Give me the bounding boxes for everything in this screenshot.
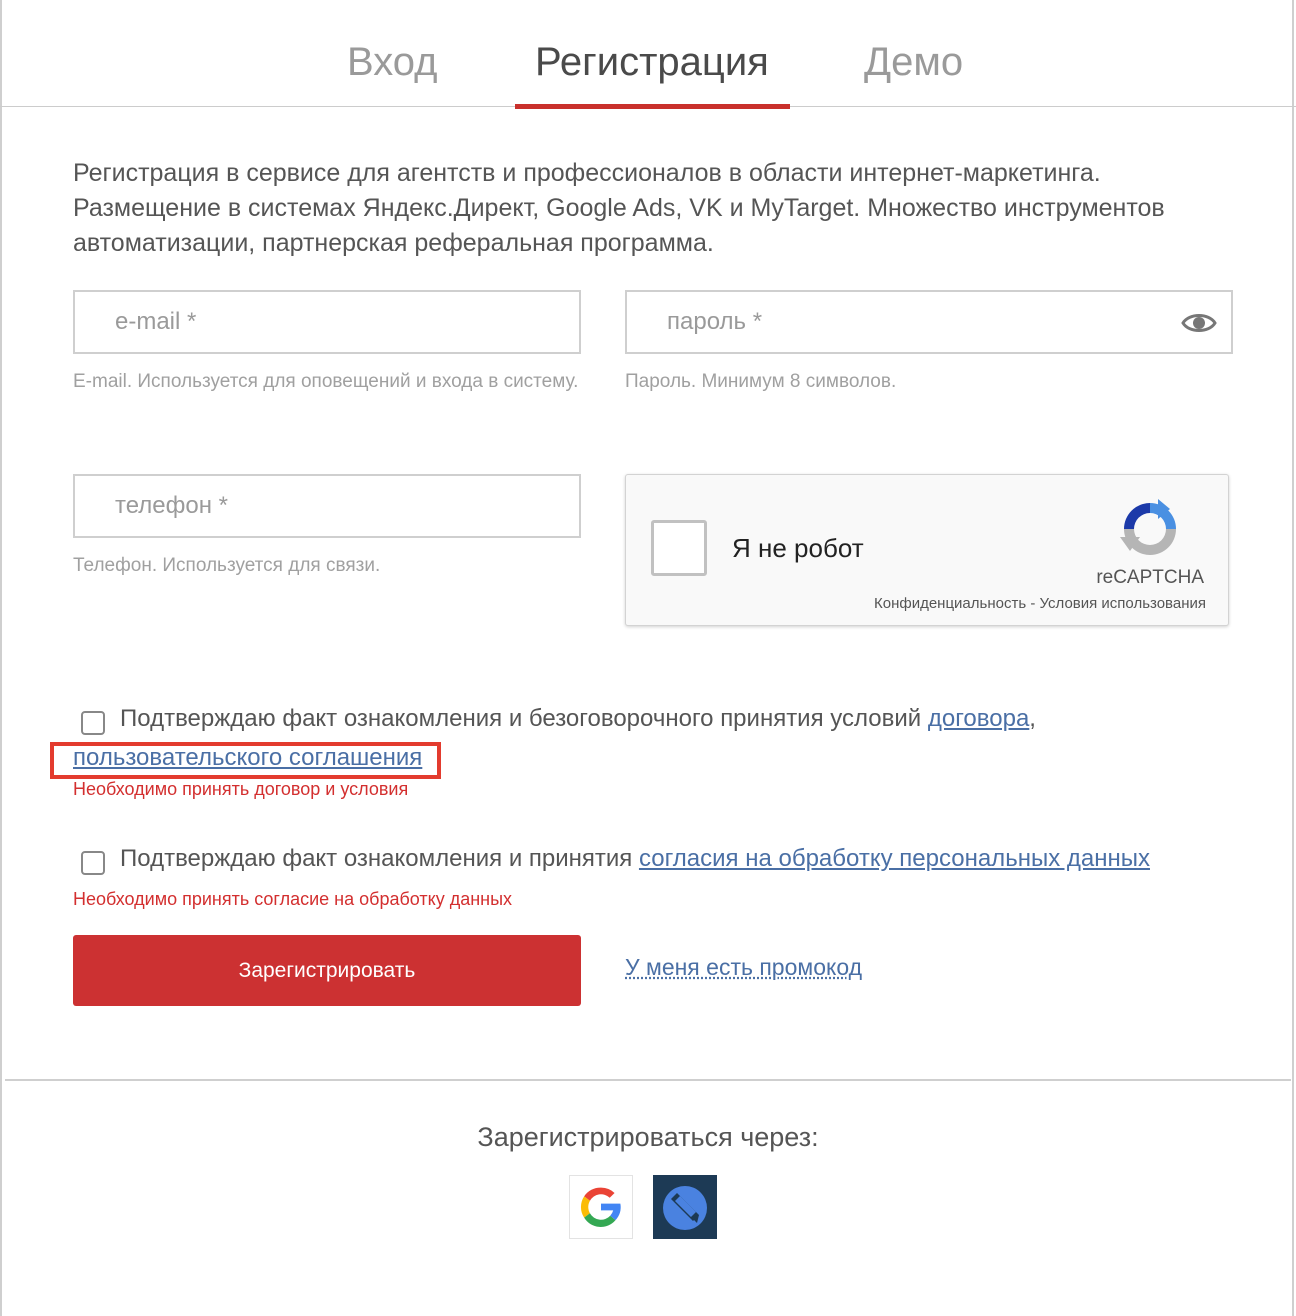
- phone-hint: Телефон. Используется для связи.: [73, 555, 381, 576]
- phone-field-wrapper: [73, 474, 581, 538]
- agreement-error: Необходимо принять договор и условия: [73, 779, 409, 799]
- personal-data-link[interactable]: согласия на обработку персональных данны…: [639, 845, 1150, 872]
- recaptcha-widget: Я не робот reCAPTCHA Конфиденциальность …: [625, 474, 1229, 626]
- password-input[interactable]: [627, 292, 1231, 352]
- social-register-title: Зарегистрироваться через:: [477, 1122, 819, 1152]
- email-hint: E-mail. Используется для оповещений и вх…: [73, 371, 579, 392]
- password-field-wrapper: [625, 290, 1233, 354]
- recaptcha-brand: reCAPTCHA: [1096, 567, 1204, 588]
- vk-ads-signup-button[interactable]: [653, 1175, 717, 1239]
- agreement-text-label: Подтверждаю факт ознакомления и безогово…: [120, 705, 928, 732]
- recaptcha-label: Я не робот: [732, 533, 864, 563]
- recaptcha-links: Конфиденциальность - Условия использован…: [874, 595, 1206, 612]
- recaptcha-logo-icon: [1120, 499, 1176, 555]
- intro-text: Регистрация в сервисе для агентств и про…: [73, 159, 1165, 257]
- password-hint: Пароль. Минимум 8 символов.: [625, 371, 897, 392]
- email-input[interactable]: [75, 292, 579, 352]
- active-tab-indicator: [515, 104, 790, 109]
- phone-input[interactable]: [75, 476, 579, 536]
- section-divider: [5, 1079, 1291, 1081]
- tab-login[interactable]: Вход: [347, 38, 438, 86]
- eye-icon[interactable]: [1181, 310, 1217, 336]
- personal-data-checkbox[interactable]: [81, 851, 105, 875]
- auth-tabs: Вход Регистрация Демо: [0, 0, 1296, 109]
- promo-code-link[interactable]: У меня есть промокод: [625, 954, 862, 981]
- google-icon: [580, 1187, 621, 1227]
- agreement-comma: ,: [1029, 705, 1036, 732]
- personal-data-text-label: Подтверждаю факт ознакомления и принятия: [120, 845, 639, 872]
- vk-ads-icon: [663, 1186, 707, 1230]
- recaptcha-terms-link[interactable]: Условия использования: [1040, 595, 1207, 612]
- recaptcha-links-separator: -: [1026, 595, 1040, 612]
- user-agreement-highlight: [50, 742, 441, 779]
- contract-link[interactable]: договора: [928, 705, 1029, 732]
- register-button[interactable]: Зарегистрировать: [73, 935, 581, 1006]
- recaptcha-privacy-link[interactable]: Конфиденциальность: [874, 595, 1026, 612]
- email-field-wrapper: [73, 290, 581, 354]
- personal-data-text: Подтверждаю факт ознакомления и принятия…: [120, 841, 1220, 877]
- recaptcha-checkbox[interactable]: [651, 520, 707, 576]
- google-signup-button[interactable]: [569, 1175, 633, 1239]
- personal-data-error: Необходимо принять согласие на обработку…: [73, 889, 513, 909]
- tab-registration[interactable]: Регистрация: [535, 38, 769, 86]
- agreement-checkbox[interactable]: [81, 711, 105, 735]
- tab-demo[interactable]: Демо: [864, 38, 963, 86]
- agreement-text: Подтверждаю факт ознакомления и безогово…: [120, 701, 1120, 737]
